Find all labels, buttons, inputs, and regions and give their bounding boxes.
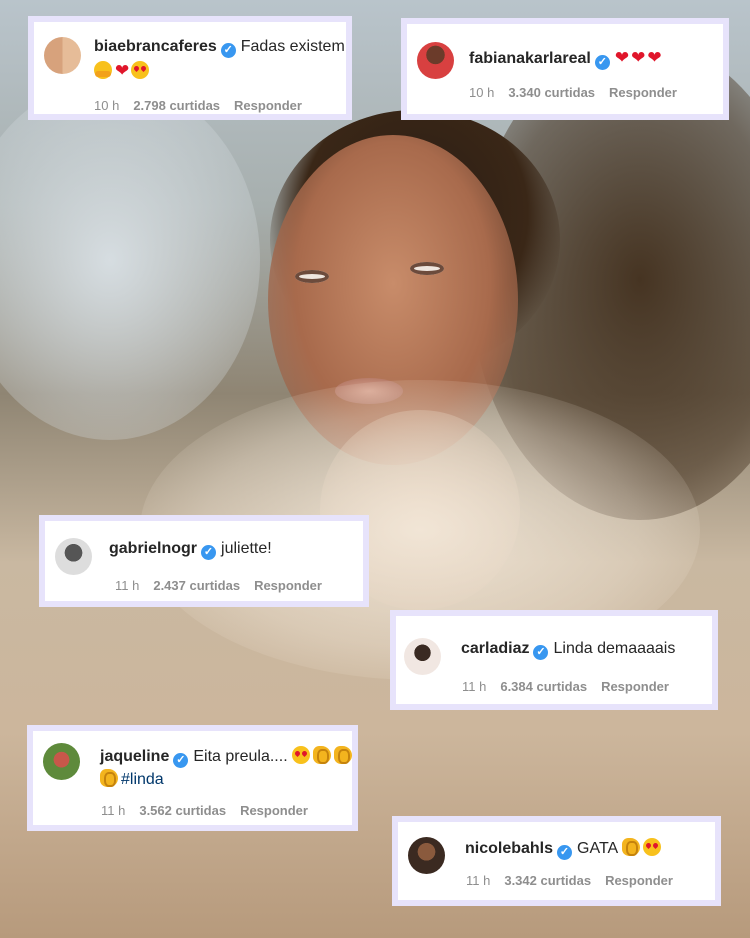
blurred-sky [0, 80, 260, 440]
avatar[interactable] [404, 638, 441, 675]
verified-badge-icon: ✓ [557, 845, 573, 860]
username[interactable]: carladiaz [461, 640, 529, 657]
verified-badge-icon: ✓ [220, 43, 236, 58]
comment-text: juliette! [221, 540, 272, 557]
verified-badge-icon: ✓ [173, 753, 189, 768]
username[interactable]: gabrielnogr [109, 540, 197, 557]
comment-card: jaqueline ✓ Eita preula.... #linda 11 h 3.5… [27, 725, 358, 831]
red-heart-emoji: ❤ [614, 48, 630, 67]
avatar[interactable] [408, 837, 445, 874]
reply-button[interactable]: Responder [601, 679, 669, 694]
comment-card: nicolebahls ✓ GATA 11 h 3.342 curtidas Respo… [392, 816, 721, 906]
clapping-hands-emoji [100, 769, 118, 787]
comment-card: gabrielnogr ✓ juliette! 11 h 2.437 curtidas… [39, 515, 369, 607]
comment-time: 10 h [94, 98, 120, 113]
comment-text: Eita preula.... [193, 748, 288, 765]
likes-count[interactable]: 3.340 curtidas [508, 85, 595, 100]
comment-time: 10 h [469, 85, 495, 100]
heart-eyes-emoji [291, 746, 310, 764]
clapping-hands-emoji [312, 746, 331, 764]
comment-time: 11 h [466, 873, 491, 888]
reply-button[interactable]: Responder [240, 803, 308, 818]
likes-count[interactable]: 2.798 curtidas [133, 98, 220, 113]
comment-text: Fadas existem [240, 38, 345, 55]
clapping-hands-emoji [622, 838, 641, 856]
likes-count[interactable]: 3.342 curtidas [504, 873, 591, 888]
comment-time: 11 h [462, 679, 487, 694]
avatar[interactable] [417, 42, 454, 79]
verified-badge-icon: ✓ [201, 545, 217, 560]
likes-count[interactable]: 2.437 curtidas [153, 578, 240, 593]
likes-count[interactable]: 6.384 curtidas [500, 679, 587, 694]
likes-count[interactable]: 3.562 curtidas [139, 803, 226, 818]
heart-eyes-emoji [131, 61, 150, 79]
verified-badge-icon: ✓ [533, 645, 549, 660]
username[interactable]: fabianakarlareal [469, 50, 591, 67]
left-eye [295, 270, 329, 283]
right-eye [410, 262, 444, 275]
avatar[interactable] [44, 37, 81, 74]
comment-card: fabianakarlareal ✓ ❤ ❤ ❤ 10 h 3.340 curtidas R… [401, 18, 729, 120]
avatar[interactable] [43, 743, 80, 780]
avatar[interactable] [55, 538, 92, 575]
comment-text: GATA [577, 840, 619, 857]
red-heart-emoji: ❤ [631, 48, 646, 67]
reply-button[interactable]: Responder [254, 578, 322, 593]
red-heart-emoji: ❤ [647, 48, 662, 67]
verified-badge-icon: ✓ [594, 55, 610, 70]
comment-card: biaebrancaferes ✓ Fadas existem ❤ 10 h 2.79… [28, 16, 352, 120]
comment-time: 11 h [115, 578, 140, 593]
heart-eyes-emoji [643, 838, 662, 856]
reply-button[interactable]: Responder [605, 873, 673, 888]
red-heart-emoji: ❤ [115, 61, 130, 80]
comment-text: Linda demaaaais [553, 640, 676, 657]
reply-button[interactable]: Responder [609, 85, 677, 100]
comment-time: 11 h [101, 803, 126, 818]
comment-card: carladiaz ✓ Linda demaaaais 11 h 6.384 curt… [390, 610, 718, 710]
hashtag-link[interactable]: #linda [121, 771, 164, 788]
username[interactable]: nicolebahls [465, 840, 553, 857]
clapping-hands-emoji [333, 746, 352, 764]
hugging-emoji [94, 61, 112, 79]
reply-button[interactable]: Responder [234, 98, 302, 113]
username[interactable]: jaqueline [100, 748, 169, 765]
username[interactable]: biaebrancaferes [94, 38, 217, 55]
